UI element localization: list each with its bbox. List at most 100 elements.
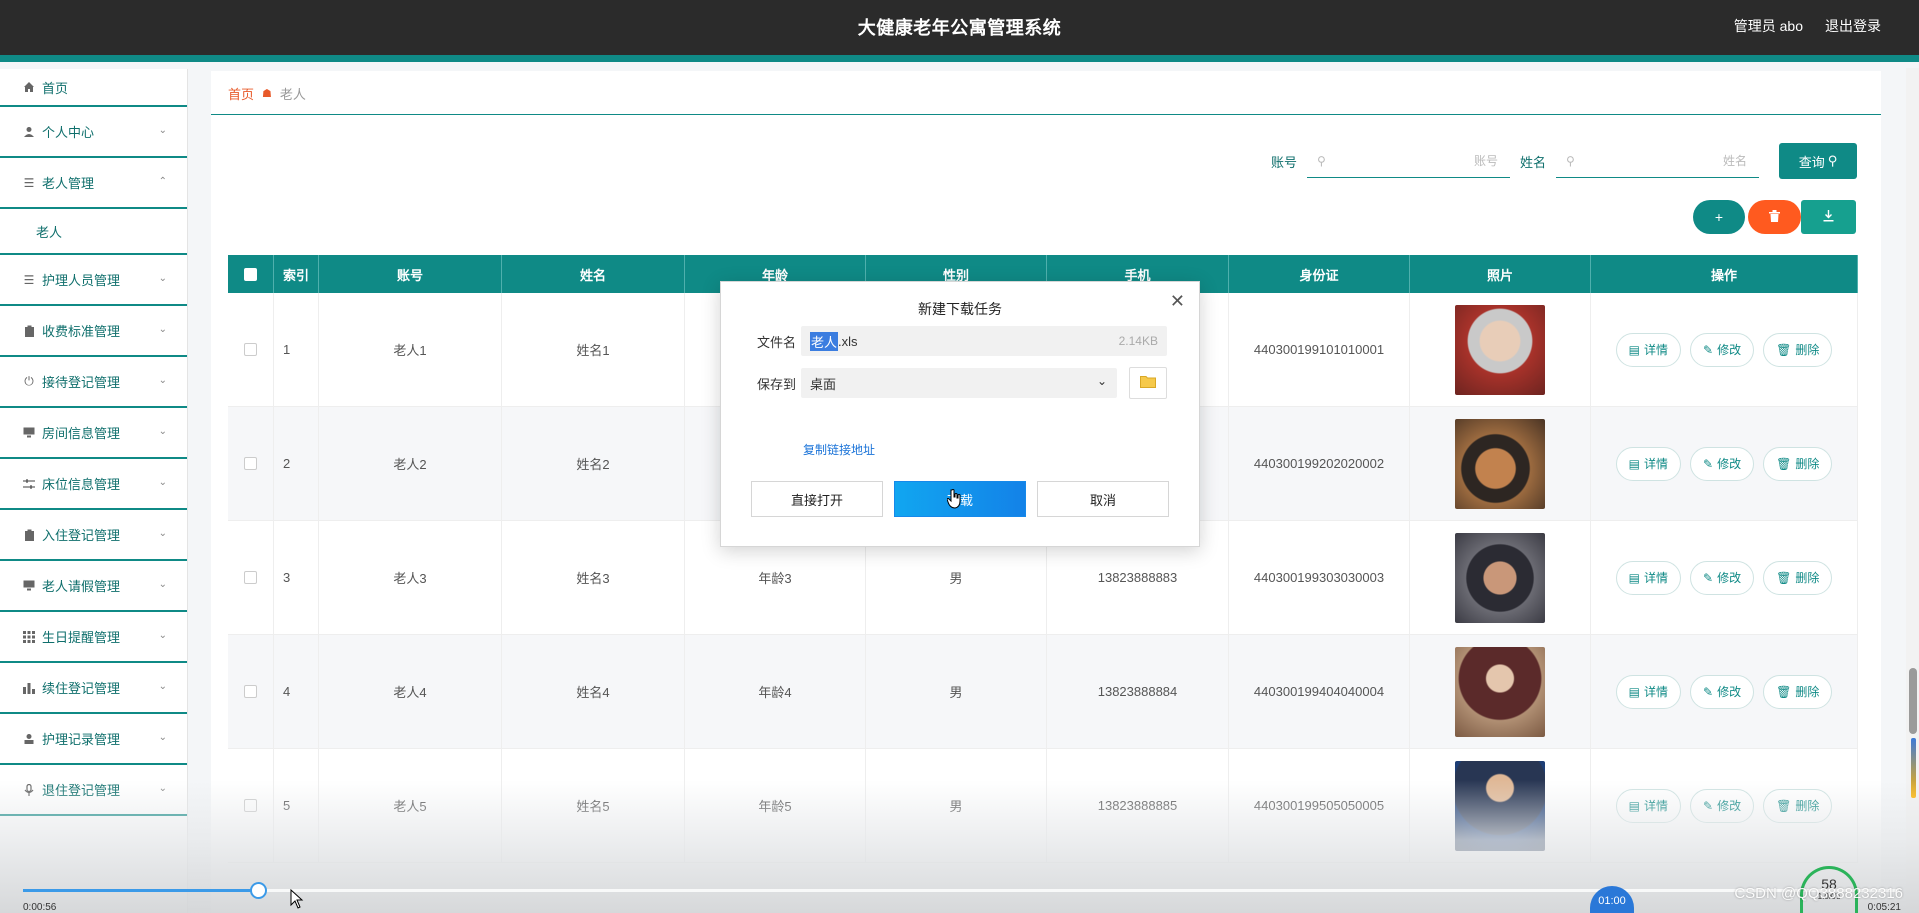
delete-button[interactable]: 🗑 删除 — [1763, 674, 1833, 709]
edit-button[interactable]: ✎ 修改 — [1690, 560, 1755, 595]
sidebar-item-label: 生日提醒管理 — [42, 630, 121, 645]
row-checkbox[interactable] — [244, 571, 257, 584]
download-icon — [1823, 209, 1834, 225]
sidebar-item-bed-info[interactable]: 床位信息管理 ⌄ — [0, 459, 187, 510]
sidebar-item-fee-standard[interactable]: 收费标准管理 ⌄ — [0, 306, 187, 357]
row-checkbox[interactable] — [244, 685, 257, 698]
delete-button[interactable]: 🗑 删除 — [1763, 560, 1833, 595]
sidebar-item-checkout[interactable]: 退住登记管理 ⌄ — [0, 765, 187, 816]
cell-account: 老人3 — [319, 521, 502, 634]
bar-chart-icon — [22, 681, 36, 695]
cell-idcard: 440300199303030003 — [1229, 521, 1410, 634]
sidebar-item-label: 收费标准管理 — [42, 324, 121, 339]
document-icon: ▤ — [1628, 456, 1640, 471]
sidebar-item-birthday[interactable]: 生日提醒管理 ⌄ — [0, 612, 187, 663]
detail-button[interactable]: ▤ 详情 — [1615, 446, 1682, 481]
cell-phone: 13823888885 — [1047, 749, 1229, 862]
cell-sex: 男 — [866, 749, 1047, 862]
sidebar-item-label: 床位信息管理 — [42, 477, 121, 492]
detail-label: 详情 — [1644, 343, 1669, 357]
delete-button[interactable]: 🗑 删除 — [1763, 788, 1833, 823]
account-search-placeholder: 账号 — [1473, 154, 1498, 168]
name-search-input[interactable]: ⚲ 姓名 — [1556, 145, 1759, 178]
sidebar-item-nursing-staff[interactable]: ☰ 护理人员管理 ⌄ — [0, 255, 187, 306]
scrollbar-accent — [1911, 738, 1916, 798]
chevron-down-icon: ⌄ — [158, 579, 167, 590]
sidebar-item-care-records[interactable]: 护理记录管理 ⌄ — [0, 714, 187, 765]
breadcrumb-home[interactable]: 首页 — [228, 84, 254, 103]
detail-button[interactable]: ▤ 详情 — [1615, 674, 1682, 709]
cell-actions: ▤ 详情 ✎ 修改 🗑 删除 — [1591, 635, 1858, 748]
sidebar-item-checkin[interactable]: 入住登记管理 ⌄ — [0, 510, 187, 561]
edit-button[interactable]: ✎ 修改 — [1690, 332, 1755, 367]
delete-label: 删除 — [1795, 343, 1820, 357]
sidebar-item-elder-management[interactable]: ☰ 老人管理 ⌃ — [0, 158, 187, 209]
detail-button[interactable]: ▤ 详情 — [1615, 560, 1682, 595]
export-button[interactable] — [1801, 200, 1856, 234]
document-icon: ▤ — [1628, 342, 1640, 357]
chevron-down-icon: ⌄ — [1096, 374, 1107, 388]
sidebar-item-home[interactable]: 首页 — [0, 69, 187, 107]
header-account: 账号 — [319, 255, 502, 293]
query-button[interactable]: 查询 ⚲ — [1779, 143, 1857, 179]
detail-button[interactable]: ▤ 详情 — [1615, 332, 1682, 367]
cell-age: 年龄5 — [685, 749, 866, 862]
row-checkbox[interactable] — [244, 343, 257, 356]
sidebar-item-room-info[interactable]: 房间信息管理 ⌄ — [0, 408, 187, 459]
sidebar-item-label: 入住登记管理 — [42, 528, 121, 543]
row-checkbox[interactable] — [244, 457, 257, 470]
file-name-input[interactable]: 老人 .xls 2.14KB — [801, 326, 1167, 356]
close-icon[interactable]: ✕ — [1170, 291, 1185, 312]
sidebar-item-label: 老人请假管理 — [42, 579, 121, 594]
row-checkbox[interactable] — [244, 799, 257, 812]
search-bar: 账号 ⚲ 账号 姓名 ⚲ 姓名 查询 ⚲ — [1271, 143, 1857, 179]
home-icon — [22, 80, 36, 94]
add-button[interactable]: + — [1693, 200, 1745, 234]
video-progress-knob[interactable] — [249, 882, 267, 899]
name-search-label: 姓名 — [1519, 154, 1546, 170]
chevron-down-icon: ⌄ — [158, 125, 167, 136]
cancel-button[interactable]: 取消 — [1037, 481, 1169, 517]
delete-button[interactable]: 🗑 删除 — [1763, 446, 1833, 481]
edit-label: 修改 — [1717, 343, 1742, 357]
list-icon: ☰ — [23, 272, 35, 287]
logout-link[interactable]: 退出登录 — [1825, 16, 1881, 36]
sidebar-subitem-elder[interactable]: 老人 — [0, 209, 187, 255]
batch-delete-button[interactable] — [1748, 200, 1801, 234]
header-actions: 管理员 abo 退出登录 — [1734, 16, 1881, 36]
header-idcard: 身份证 — [1229, 255, 1410, 293]
delete-button[interactable]: 🗑 删除 — [1763, 332, 1833, 367]
open-directly-button[interactable]: 直接打开 — [751, 481, 883, 517]
document-icon: ▤ — [1628, 798, 1640, 813]
browse-folder-button[interactable] — [1129, 367, 1167, 399]
sidebar-item-renewal[interactable]: 续住登记管理 ⌄ — [0, 663, 187, 714]
select-all-checkbox[interactable] — [244, 267, 257, 281]
trash-icon — [1769, 209, 1780, 225]
elder-photo — [1455, 646, 1545, 737]
search-icon: ⚲ — [1316, 153, 1326, 168]
edit-button[interactable]: ✎ 修改 — [1690, 674, 1755, 709]
breadcrumb: 首页 ☗ 老人 — [228, 84, 306, 103]
sliders-icon — [22, 477, 36, 491]
edit-icon: ✎ — [1703, 570, 1714, 585]
page-scrollbar[interactable] — [1906, 68, 1919, 913]
scrollbar-thumb[interactable] — [1909, 668, 1917, 734]
delete-label: 删除 — [1795, 457, 1820, 471]
sidebar-item-elder-leave[interactable]: 老人请假管理 ⌄ — [0, 561, 187, 612]
sidebar-item-reception[interactable]: ⏻ 接待登记管理 ⌄ — [0, 357, 187, 408]
document-icon: ▤ — [1628, 570, 1640, 585]
chevron-down-icon: ⌄ — [158, 477, 167, 488]
copy-link-button[interactable]: 复制链接地址 — [803, 441, 875, 458]
sidebar-item-personal-center[interactable]: 个人中心 ⌄ — [0, 107, 187, 158]
detail-button[interactable]: ▤ 详情 — [1615, 788, 1682, 823]
folder-icon — [1140, 375, 1156, 391]
total-time: 0:05:21 — [1867, 902, 1901, 913]
save-location-select[interactable]: 桌面 ⌄ — [801, 368, 1117, 398]
sidebar-item-label: 首页 — [42, 80, 69, 96]
edit-button[interactable]: ✎ 修改 — [1690, 788, 1755, 823]
file-name-label: 文件名 — [757, 334, 797, 350]
admin-user-label[interactable]: 管理员 abo — [1734, 16, 1803, 36]
edit-button[interactable]: ✎ 修改 — [1690, 446, 1755, 481]
account-search-input[interactable]: ⚲ 账号 — [1306, 145, 1510, 178]
name-search-placeholder: 姓名 — [1722, 154, 1747, 168]
